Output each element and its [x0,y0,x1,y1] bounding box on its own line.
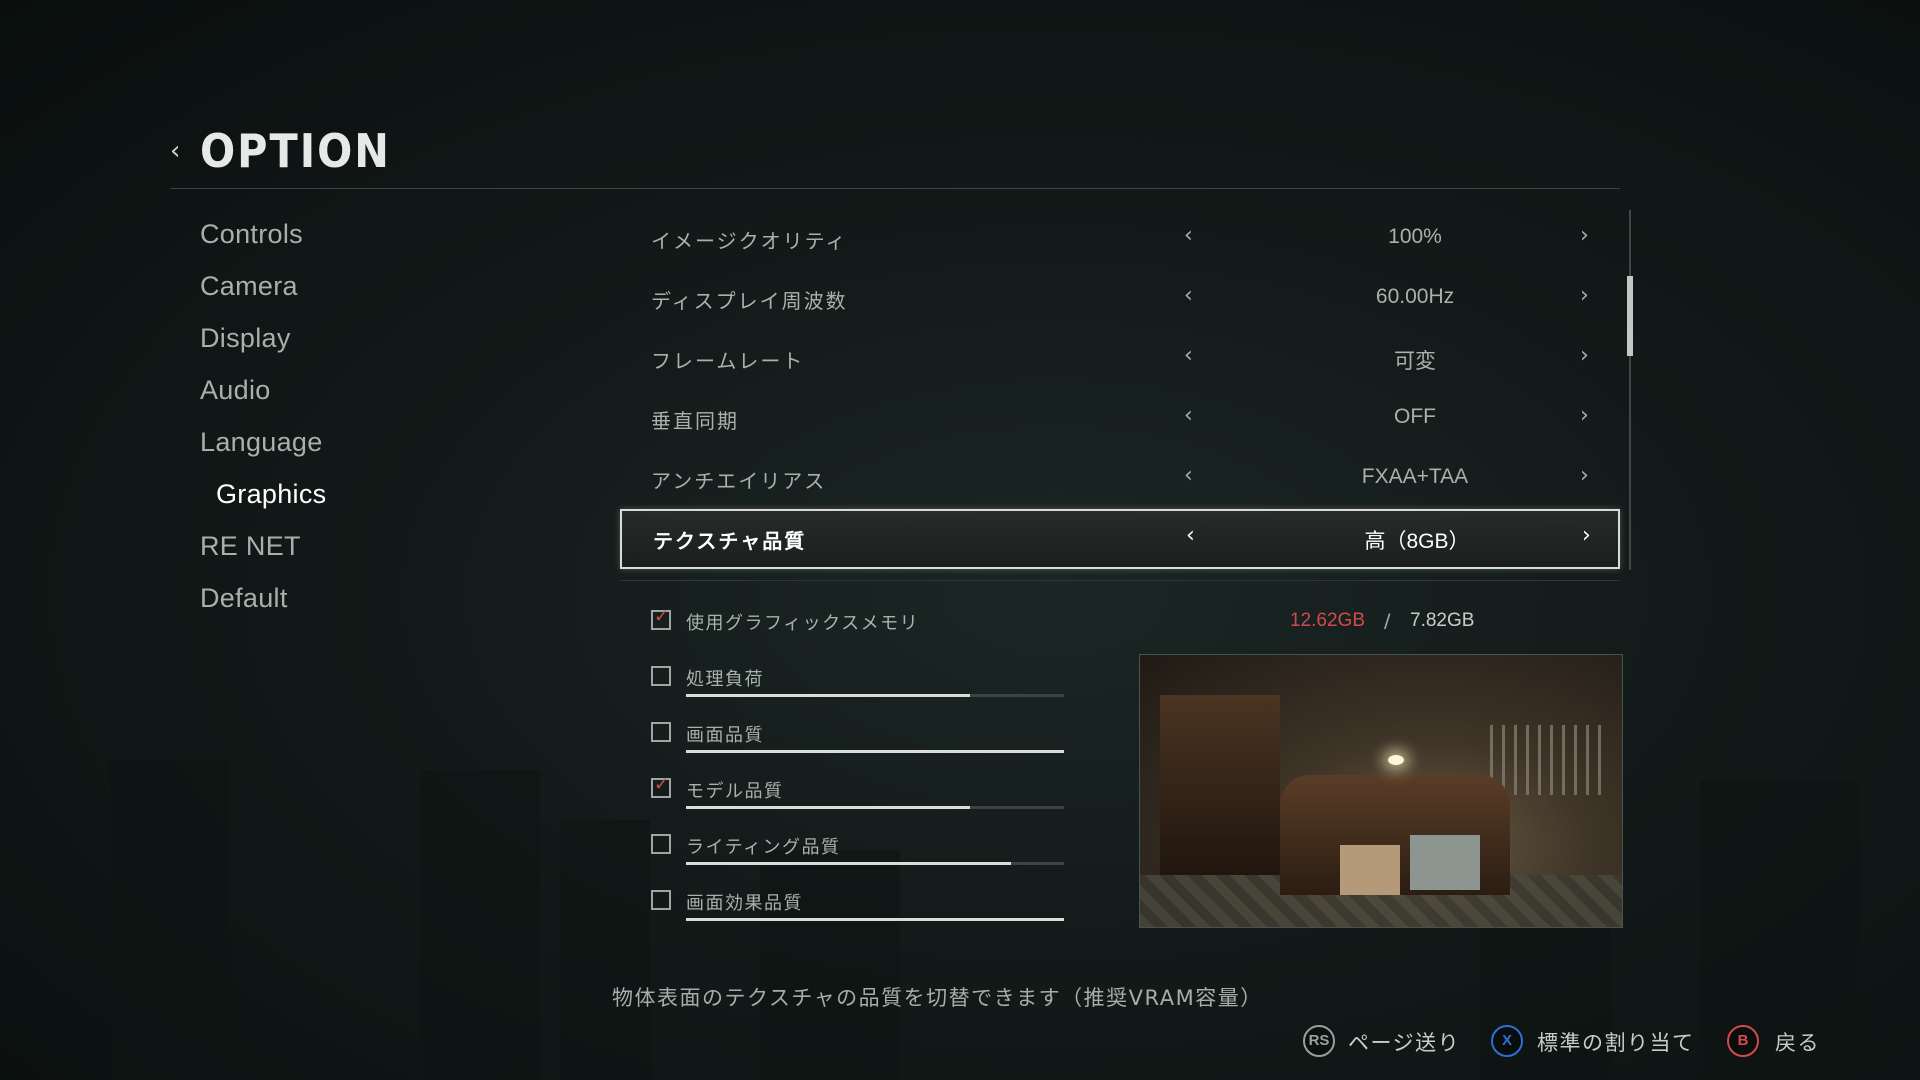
setting-value: 高（8GB） [1364,530,1470,553]
sidebar-item-controls[interactable]: Controls [200,212,326,264]
sidebar-item-language[interactable]: Language [200,420,326,472]
checkmark-icon: ✓ [654,606,670,627]
x-button-icon: X [1491,1025,1523,1057]
graphics-preview-image [1139,654,1623,928]
setting-row-image-quality[interactable]: イメージクオリティ ‹ 100% › [620,209,1620,269]
setting-row-texture-quality[interactable]: テクスチャ品質 ‹ 高（8GB） › [620,509,1620,569]
meter-label-lighting-quality: ライティング品質 [686,837,841,858]
checkmark-icon: ✓ [654,774,670,795]
meter-bar-processing-load [686,694,1064,697]
hint-default-assignment[interactable]: 標準の割り当て [1537,1027,1695,1057]
meter-label-processing-load: 処理負荷 [686,669,764,690]
chevron-left-icon[interactable]: ‹ [1184,283,1193,308]
sidebar-item-graphics[interactable]: Graphics [200,472,326,524]
chevron-right-icon[interactable]: › [1580,343,1589,368]
preview-railing [1490,725,1610,795]
rs-button-icon: RS [1303,1025,1335,1057]
setting-row-vsync[interactable]: 垂直同期 ‹ OFF › [620,389,1620,449]
meter-fill [686,750,1064,753]
setting-description: 物体表面のテクスチャの品質を切替できます（推奨VRAM容量） [612,986,1263,1010]
setting-label: フレームレート [651,349,805,373]
meter-checkbox-effects-quality[interactable] [651,890,671,910]
graphics-settings-list: イメージクオリティ ‹ 100% › ディスプレイ周波数 ‹ 60.00Hz ›… [620,209,1620,569]
setting-value: 60.00Hz [1375,285,1455,308]
page-header: ‹ OPTION [170,120,1620,189]
back-chevron-icon[interactable]: ‹ [170,136,180,166]
setting-value: 100% [1388,225,1442,248]
chevron-right-icon[interactable]: › [1580,463,1589,488]
meter-fill [686,694,970,697]
setting-value: 可変 [1394,350,1436,373]
preview-box [1410,835,1480,890]
preview-shelf [1160,695,1280,875]
setting-row-display-frequency[interactable]: ディスプレイ周波数 ‹ 60.00Hz › [620,269,1620,329]
meter-label-screen-quality: 画面品質 [686,725,764,746]
hint-back[interactable]: 戻る [1775,1027,1820,1057]
meter-fill [686,918,1064,921]
chevron-right-icon[interactable]: › [1580,223,1589,248]
chevron-right-icon[interactable]: › [1580,403,1589,428]
meter-fill [686,862,1012,865]
vram-separator: / [1384,610,1391,632]
chevron-left-icon[interactable]: ‹ [1184,223,1193,248]
meter-label-effects-quality: 画面効果品質 [686,893,803,914]
meter-checkbox-lighting-quality[interactable] [651,834,671,854]
setting-value: OFF [1394,405,1436,428]
setting-label: アンチエイリアス [651,469,827,493]
setting-row-frame-rate[interactable]: フレームレート ‹ 可変 › [620,329,1620,389]
vram-label: 使用グラフィックスメモリ [686,613,920,634]
meter-bar-model-quality [686,806,1064,809]
meter-fill [686,806,970,809]
setting-label: イメージクオリティ [651,229,848,253]
options-sidebar: Controls Camera Display Audio Language G… [200,212,326,628]
vram-total-value: 7.82GB [1410,610,1475,631]
sidebar-item-camera[interactable]: Camera [200,264,326,316]
preview-lamp [1388,755,1404,765]
meter-bar-screen-quality [686,750,1064,753]
settings-scrollbar-thumb[interactable] [1627,276,1633,356]
chevron-left-icon[interactable]: ‹ [1184,403,1193,428]
hint-page-turn[interactable]: ページ送り [1348,1027,1460,1057]
setting-label: ディスプレイ周波数 [651,289,848,313]
b-button-icon: B [1727,1025,1759,1057]
chevron-right-icon[interactable]: › [1582,523,1591,548]
chevron-left-icon[interactable]: ‹ [1186,523,1195,548]
sidebar-item-audio[interactable]: Audio [200,368,326,420]
settings-scrollbar-track[interactable] [1629,210,1631,570]
setting-value: FXAA+TAA [1361,465,1469,488]
meter-checkbox-processing-load[interactable] [651,666,671,686]
preview-box [1340,845,1400,895]
meter-label-model-quality: モデル品質 [686,781,784,802]
setting-label: 垂直同期 [651,409,739,433]
setting-label: テクスチャ品質 [653,529,807,553]
chevron-right-icon[interactable]: › [1580,283,1589,308]
page-title: OPTION [200,124,391,178]
setting-row-anti-aliasing[interactable]: アンチエイリアス ‹ FXAA+TAA › [620,449,1620,509]
vram-checkbox[interactable]: ✓ [651,606,671,630]
chevron-left-icon[interactable]: ‹ [1184,343,1193,368]
meter-checkbox-model-quality[interactable]: ✓ [651,774,671,798]
chevron-left-icon[interactable]: ‹ [1184,463,1193,488]
meter-bar-lighting-quality [686,862,1064,865]
meter-bar-effects-quality [686,918,1064,921]
meter-checkbox-screen-quality[interactable] [651,722,671,742]
sidebar-item-default[interactable]: Default [200,576,326,628]
vram-used-value: 12.62GB [1290,610,1365,631]
section-divider [620,580,1620,581]
sidebar-item-re-net[interactable]: RE NET [200,524,326,576]
sidebar-item-display[interactable]: Display [200,316,326,368]
